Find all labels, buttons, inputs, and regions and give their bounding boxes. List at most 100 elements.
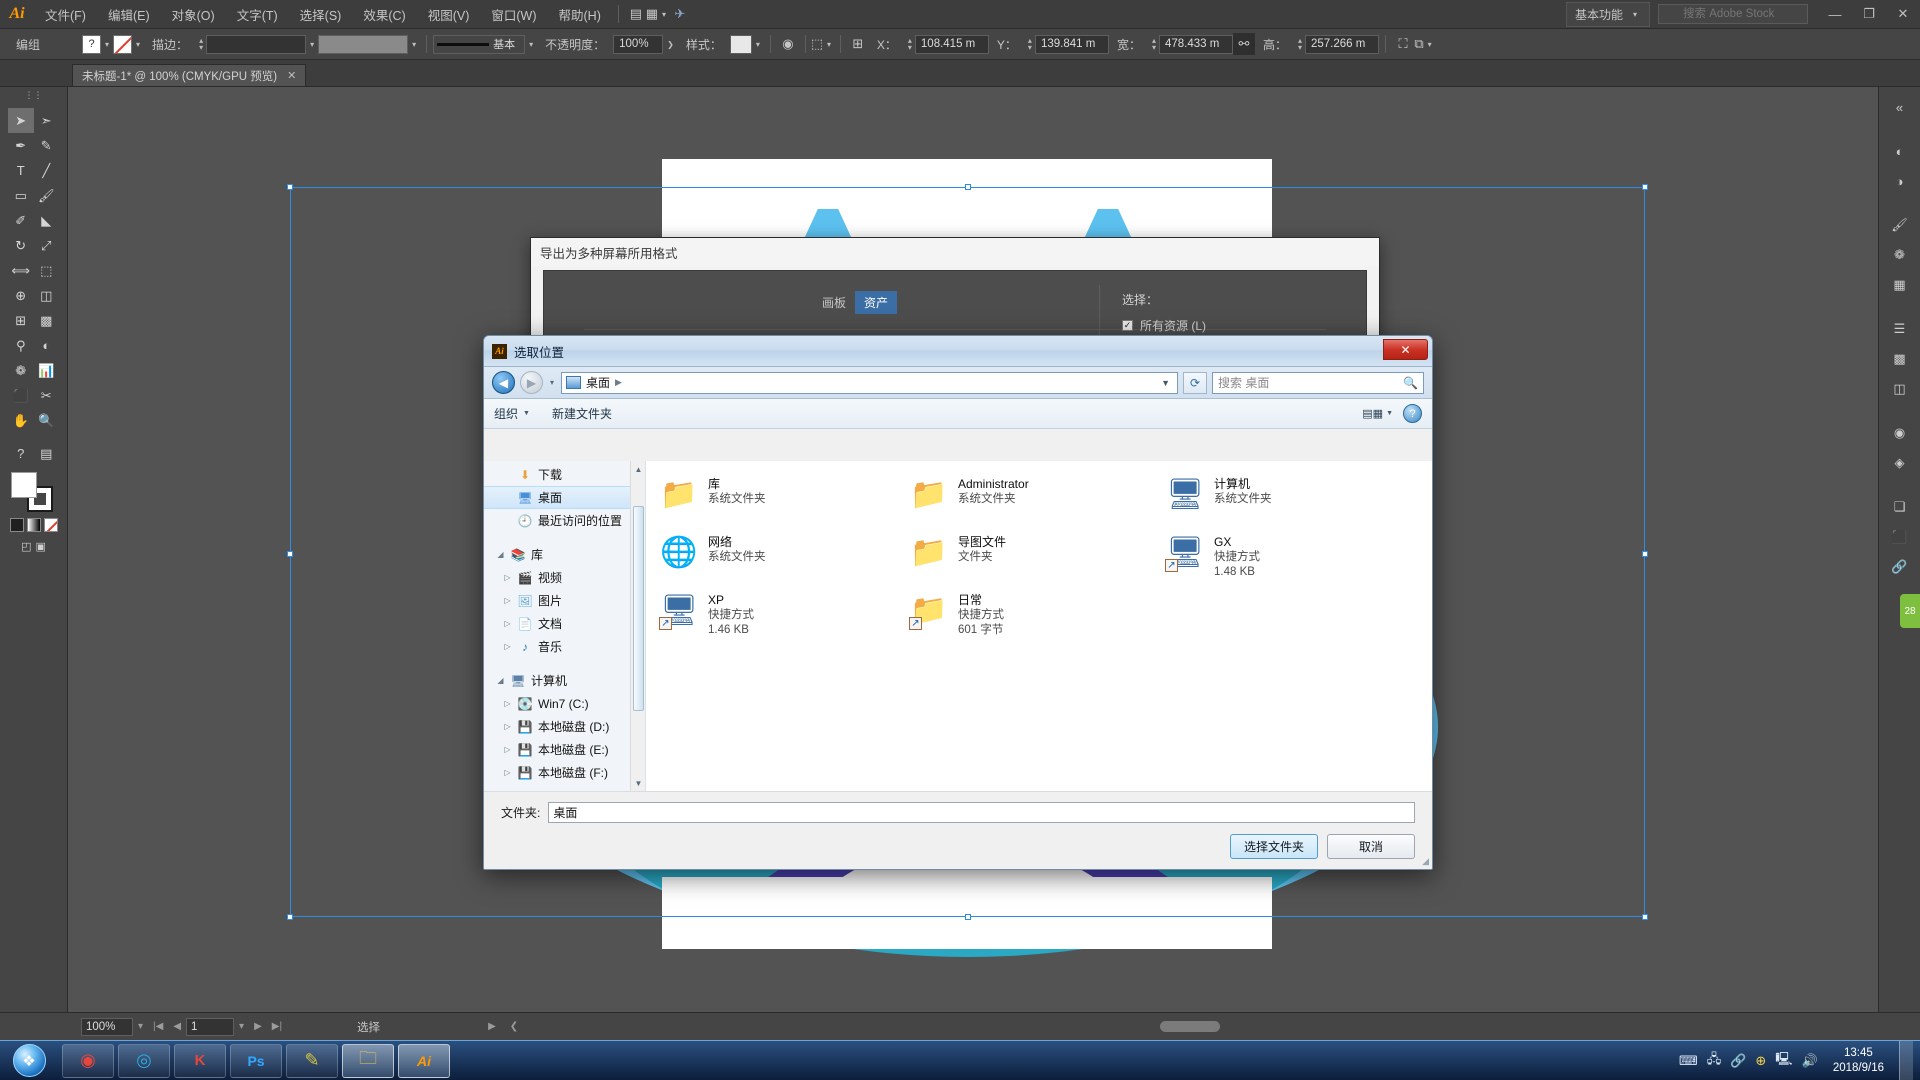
scroll-down-icon[interactable]: ▼ [631, 775, 645, 791]
select-folder-button[interactable]: 选择文件夹 [1230, 834, 1318, 859]
clock[interactable]: 13:45 2018/9/16 [1827, 1046, 1890, 1076]
expander-icon[interactable]: ▷ [503, 699, 512, 708]
stroke-weight-field[interactable] [206, 34, 307, 54]
artboard-tool[interactable]: ⬛ [8, 383, 34, 408]
direct-selection-tool[interactable]: ➣ [34, 108, 60, 133]
stroke-profile-chevron-icon[interactable]: ▾ [525, 40, 537, 49]
color-mode-gradient[interactable] [26, 518, 41, 532]
first-artboard-icon[interactable]: |◀ [148, 1021, 168, 1032]
sidebar-item-本地磁盘 (F:)[interactable]: ▷ 💾 本地磁盘 (F:) [484, 761, 645, 784]
edit-toolbar-button[interactable]: ? [8, 441, 34, 466]
cancel-button[interactable]: 取消 [1327, 834, 1415, 859]
status-prev-icon[interactable]: ❮ [510, 1021, 518, 1032]
stock-search-input[interactable] [1658, 4, 1808, 24]
rectangle-tool[interactable]: ▭ [8, 183, 34, 208]
gradient-panel-icon[interactable]: ▩ [1885, 345, 1915, 373]
fill-stroke-control[interactable] [10, 472, 57, 512]
zoom-level-field[interactable]: 100% [81, 1017, 133, 1036]
transform-icon[interactable]: ⬚ ▾ [811, 33, 834, 55]
drawing-mode-icon[interactable]: ◰ [21, 540, 31, 553]
artboard-number-field[interactable]: 1 [186, 1017, 235, 1036]
pen-tool[interactable]: ✒ [8, 133, 34, 158]
globe-icon[interactable]: ◉ [777, 33, 799, 55]
expander-icon[interactable]: ▷ [503, 768, 512, 777]
selection-handle[interactable] [1642, 551, 1648, 557]
minimize-button[interactable]: — [1818, 0, 1852, 29]
monitor-icon[interactable]: 🖳 [1775, 1050, 1792, 1072]
link-icon[interactable]: 🔗 [1730, 1053, 1746, 1069]
reference-point-icon[interactable]: ⊞ [847, 33, 869, 55]
eraser-tool[interactable]: ◣ [34, 208, 60, 233]
file-list-item[interactable]: 🖥 ↗ XP 快捷方式 1.46 KB [659, 587, 900, 645]
file-list-item[interactable]: 🌐 网络 系统文件夹 [660, 529, 900, 587]
align-icon[interactable]: ⛶ [1392, 33, 1414, 55]
next-artboard-icon[interactable]: ▶ [249, 1021, 267, 1032]
scroll-up-icon[interactable]: ▲ [631, 461, 645, 477]
sidebar-item-文档[interactable]: ▷ 📄 文档 [484, 612, 645, 635]
sidebar-item-桌面[interactable]: 🖥 桌面 [484, 486, 645, 509]
transparency-panel-icon[interactable]: ◫ [1885, 375, 1915, 403]
stroke-style-field[interactable] [318, 34, 409, 54]
file-dialog-titlebar[interactable]: Ai 选取位置 ✕ [484, 336, 1432, 367]
expander-icon[interactable]: ▷ [503, 619, 512, 628]
file-list-item[interactable]: 🖥 计算机 系统文件夹 [1166, 471, 1406, 529]
x-stepper[interactable]: ▴ ▾ [905, 37, 915, 52]
file-list-item[interactable]: 📁 ↗ 日常 快捷方式 601 字节 [909, 587, 1150, 645]
hand-tool[interactable]: ✋ [8, 408, 34, 433]
zoom-chevron-icon[interactable]: ▾ [133, 1021, 148, 1032]
height-stepper[interactable]: ▴ ▾ [1295, 37, 1305, 52]
taskbar-wps-icon[interactable]: ✎ [286, 1043, 338, 1078]
expander-icon[interactable]: ▷ [503, 722, 512, 731]
gradient-swatch-icon[interactable]: ▤ [34, 441, 60, 466]
sidebar-item-音乐[interactable]: ▷ ♪ 音乐 [484, 635, 645, 658]
fill-swatch[interactable]: ? [82, 34, 102, 54]
opacity-field[interactable]: 100% [613, 34, 664, 54]
artboard-chevron-icon[interactable]: ▾ [234, 1021, 249, 1032]
workspace-switcher[interactable]: 基本功能 ▾ [1565, 1, 1650, 27]
taskbar-chrome-icon[interactable]: ◉ [62, 1043, 114, 1078]
document-tab[interactable]: 未标题-1* @ 100% (CMYK/GPU 预览) ✕ [72, 64, 307, 86]
last-artboard-icon[interactable]: ▶| [267, 1021, 287, 1032]
sidebar-item-库[interactable]: ◢ 📚 库 [484, 543, 645, 566]
expander-icon[interactable]: ◢ [496, 550, 505, 559]
swatches-panel-icon[interactable]: ▦ [1885, 271, 1915, 299]
symbol-sprayer-tool[interactable]: ❁ [8, 358, 34, 383]
stroke-style-chevron-icon[interactable]: ▾ [408, 40, 420, 49]
graphic-styles-panel-icon[interactable]: ◈ [1885, 449, 1915, 477]
status-next-icon[interactable]: ▶ [488, 1021, 496, 1032]
tab-artboards[interactable]: 画板 [813, 291, 855, 314]
width-stepper[interactable]: ▴ ▾ [1149, 37, 1159, 52]
expander-icon[interactable]: ◢ [496, 676, 505, 685]
lock-aspect-ratio-icon[interactable]: ⚯ [1232, 33, 1255, 55]
menu-select[interactable]: 选择(S) [289, 0, 353, 29]
menu-help[interactable]: 帮助(H) [548, 0, 612, 29]
menu-type[interactable]: 文字(T) [226, 0, 289, 29]
y-field[interactable]: 139.841 m [1034, 34, 1109, 54]
grid-view-icon[interactable]: ▦ ▾ [646, 3, 669, 25]
menu-view[interactable]: 视图(V) [417, 0, 481, 29]
appearance-panel-icon[interactable]: ◉ [1885, 419, 1915, 447]
sidebar-item-计算机[interactable]: ◢ 🖥 计算机 [484, 669, 645, 692]
taskbar-explorer-icon[interactable]: 🗀 [342, 1043, 394, 1078]
sidebar-item-本地磁盘 (D:)[interactable]: ▷ 💾 本地磁盘 (D:) [484, 715, 645, 738]
search-input[interactable]: 搜索 桌面 🔍 [1212, 371, 1424, 394]
sidebar-item-图片[interactable]: ▷ 🖼 图片 [484, 589, 645, 612]
style-chevron-icon[interactable]: ▾ [752, 40, 764, 49]
panel-collapse-icon[interactable]: « [1885, 93, 1915, 121]
horizontal-scrollbar-thumb[interactable] [1160, 1021, 1220, 1032]
x-field[interactable]: 108.415 m [914, 34, 989, 54]
prev-artboard-icon[interactable]: ◀ [168, 1021, 186, 1032]
file-list-pane[interactable]: 📁 库系统文件夹 🌐 网络 系统文件夹 🖥 ↗ XP 快捷方式 1.46 KB 📁 Administ… [646, 461, 1432, 791]
file-list-item[interactable]: 📁 库系统文件夹 [660, 471, 900, 529]
menu-edit[interactable]: 编辑(E) [97, 0, 161, 29]
start-button[interactable]: ❖ [4, 1042, 54, 1080]
sidebar-item-本地磁盘 (E:)[interactable]: ▷ 💾 本地磁盘 (E:) [484, 738, 645, 761]
all-assets-checkbox-row[interactable]: ✓ 所有资源 (L) [1122, 317, 1206, 334]
selection-handle[interactable] [1642, 914, 1648, 920]
color-mode-solid[interactable] [9, 518, 24, 532]
menu-window[interactable]: 窗口(W) [480, 0, 547, 29]
stroke-weight-stepper[interactable]: ▴ ▾ [196, 37, 206, 52]
taskbar-illustrator-icon[interactable]: Ai [398, 1043, 450, 1078]
sidebar-scrollbar[interactable]: ▲ ▼ [630, 461, 645, 791]
maximize-button[interactable]: ❐ [1852, 0, 1886, 29]
